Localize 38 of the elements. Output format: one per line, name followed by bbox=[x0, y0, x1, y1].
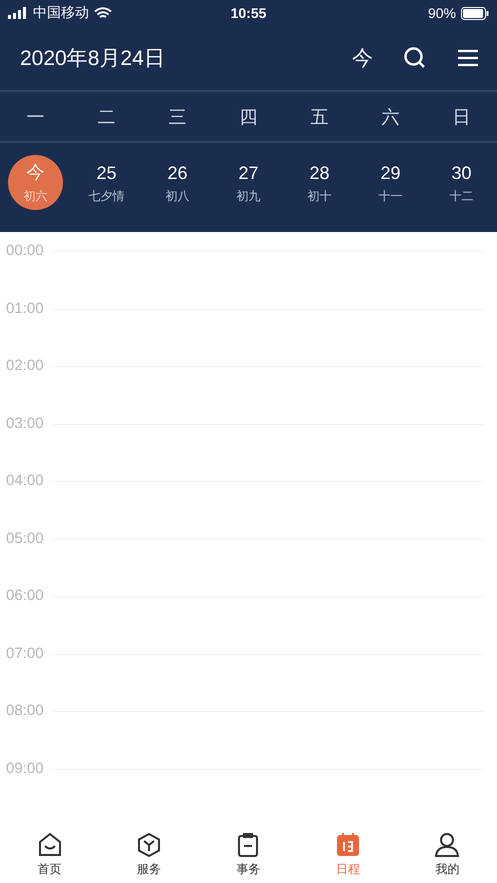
weekday-label: 六 bbox=[380, 106, 400, 128]
day-cell[interactable]: 30 十二 bbox=[434, 156, 489, 211]
hour-label: 03:00 bbox=[5, 414, 45, 432]
person-icon bbox=[433, 831, 462, 859]
day-cell[interactable]: 26 初八 bbox=[150, 156, 205, 211]
battery-percent: 90% bbox=[428, 5, 456, 21]
tab-item[interactable]: 服务 bbox=[135, 831, 164, 878]
weekday-label: 一 bbox=[26, 106, 46, 128]
search-icon[interactable] bbox=[403, 46, 427, 70]
hour-label: 08:00 bbox=[5, 702, 45, 720]
hour-label: 01:00 bbox=[5, 300, 45, 318]
wifi-icon bbox=[94, 6, 112, 20]
weekday-label: 二 bbox=[96, 106, 116, 128]
hour-label: 09:00 bbox=[5, 760, 45, 778]
tab-item[interactable]: 首页 bbox=[36, 831, 64, 878]
clock-time: 10:55 bbox=[230, 5, 266, 21]
hour-label: 06:00 bbox=[5, 587, 45, 605]
hour-label: 00:00 bbox=[5, 242, 45, 260]
weekday-label: 三 bbox=[168, 106, 188, 128]
hour-label: 05:00 bbox=[5, 530, 45, 548]
day-cell[interactable]: 27 初九 bbox=[221, 156, 276, 211]
weekday-label: 四 bbox=[238, 106, 258, 128]
tab-item[interactable]: 事务 bbox=[234, 831, 262, 878]
day-cell[interactable]: 28 初十 bbox=[292, 156, 347, 211]
hour-label: 04:00 bbox=[5, 472, 45, 490]
hour-label: 02:00 bbox=[5, 357, 45, 375]
weekday-label: 五 bbox=[310, 106, 330, 128]
tab-item[interactable]: 我的 bbox=[433, 831, 462, 878]
day-cell[interactable]: 25 七夕情 bbox=[79, 156, 134, 211]
carrier-name: 中国移动 bbox=[33, 4, 89, 22]
day-cell[interactable]: 29 十一 bbox=[363, 156, 418, 211]
battery-icon bbox=[461, 6, 489, 20]
today-button[interactable]: 今 bbox=[352, 44, 373, 72]
date-title: 2020年8月24日 bbox=[20, 46, 166, 72]
signal-icon bbox=[8, 7, 28, 19]
weekday-label: 日 bbox=[452, 106, 472, 128]
hour-label: 07:00 bbox=[5, 644, 45, 662]
menu-icon[interactable] bbox=[457, 49, 479, 67]
